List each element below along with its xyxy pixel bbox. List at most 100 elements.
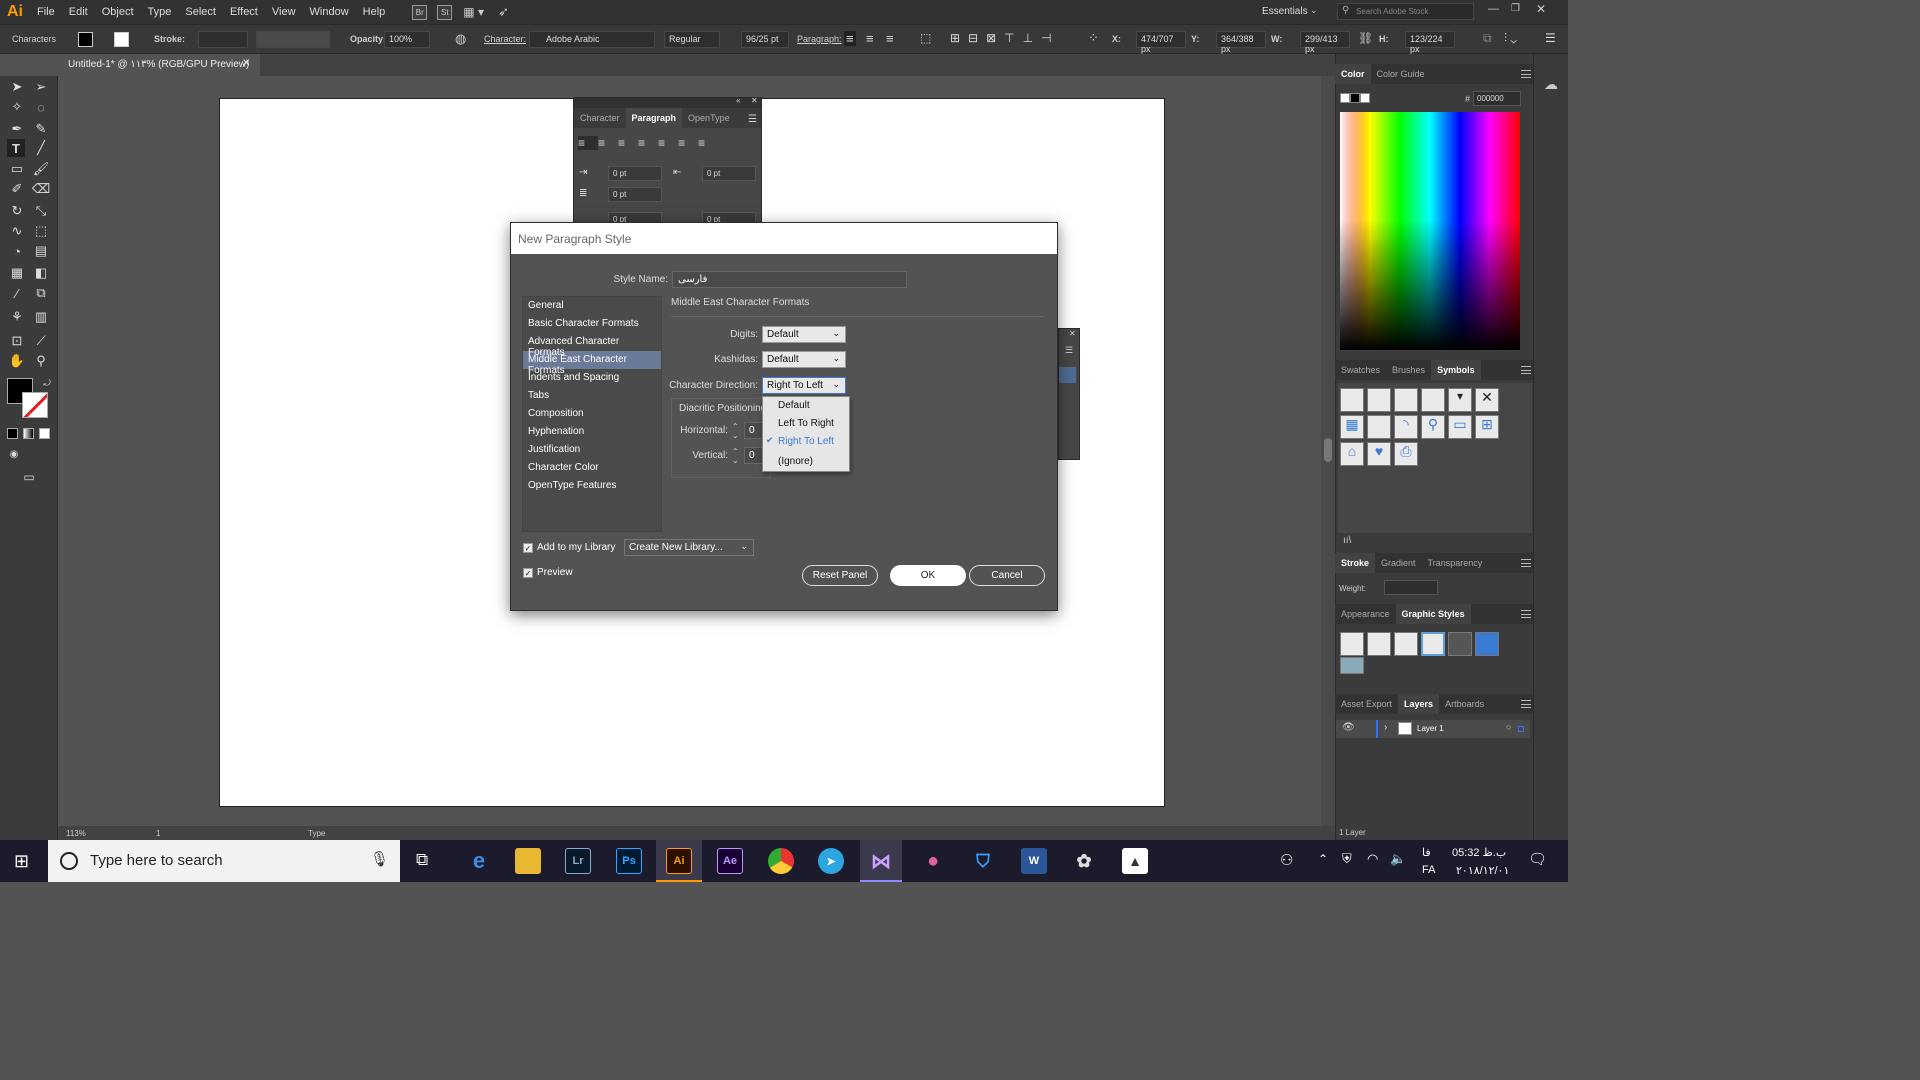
align-objects-icon[interactable]: ⊞⊟⊠⊤⊥⊣ (950, 31, 1060, 45)
justify-all-icon[interactable]: ≡ (698, 136, 718, 150)
zoom-level[interactable]: 113% (66, 829, 86, 838)
direct-selection-tool-icon[interactable]: ➢ (32, 78, 50, 96)
symbol-item[interactable] (1394, 388, 1418, 412)
target-icon[interactable]: ○ (1506, 722, 1511, 732)
dropdown-option-ltr[interactable]: Left To Right (763, 415, 849, 433)
white-color-icon[interactable] (1360, 93, 1370, 103)
stroke-panel-menu-icon[interactable] (1521, 559, 1531, 567)
category-justification[interactable]: Justification (523, 441, 661, 459)
visual-studio-icon[interactable]: ⋈ (868, 848, 894, 874)
illustrator-icon[interactable]: Ai (666, 848, 692, 874)
weight-field[interactable] (1384, 580, 1438, 595)
category-tabs[interactable]: Tabs (523, 387, 661, 405)
tab-layers[interactable]: Layers (1398, 694, 1440, 714)
symbol-rss-icon[interactable]: ◝ (1394, 415, 1418, 439)
first-line-indent-field[interactable]: 0 pt (608, 187, 662, 202)
constrain-link-icon[interactable]: ⛓ (1358, 31, 1373, 45)
lasso-tool-icon[interactable]: ◌ (32, 98, 50, 116)
eyedropper-tool-icon[interactable]: ⁄ (8, 284, 26, 302)
artboard-tool-icon[interactable]: ⊡ (8, 332, 26, 350)
bg-panel-menu-icon[interactable]: ☰ (1065, 345, 1073, 356)
graphic-style-item[interactable] (1340, 657, 1364, 674)
character-label[interactable]: Character: (484, 34, 526, 44)
selection-tool-icon[interactable]: ➤ (8, 78, 26, 96)
symbol-item[interactable] (1340, 388, 1364, 412)
vertical-scrollbar[interactable] (1321, 76, 1335, 826)
menu-window[interactable]: Window (303, 6, 356, 18)
stock-button[interactable]: St (437, 4, 453, 20)
artboard-number[interactable]: 1 (156, 829, 160, 838)
layers-panel-menu-icon[interactable] (1521, 700, 1531, 708)
gradient-tool-icon[interactable]: ◧ (32, 264, 50, 282)
telegram-icon[interactable]: ➤ (818, 848, 844, 874)
cc-libraries-icon[interactable]: ☁ (1544, 76, 1558, 93)
wifi-icon[interactable]: ◠ (1367, 851, 1378, 867)
tab-artboards[interactable]: Artboards (1439, 699, 1490, 709)
language-fa[interactable]: فا (1422, 846, 1431, 859)
tab-color[interactable]: Color (1335, 64, 1371, 84)
isolate-icon[interactable]: ⧉ (1483, 31, 1492, 46)
align-right-icon[interactable]: ≡ (618, 136, 638, 150)
stroke-weight-field[interactable] (198, 31, 248, 48)
symbol-home-icon[interactable]: ⌂ (1340, 442, 1364, 466)
category-indents-and-spacing[interactable]: Indents and Spacing (523, 369, 661, 387)
reset-panel-button[interactable]: Reset Panel (802, 565, 878, 586)
clock-date[interactable]: ۲۰۱۸/۱۲/۰۱ (1456, 864, 1509, 877)
justify-center-icon[interactable]: ≡ (658, 136, 678, 150)
photos-app-icon[interactable]: ▲ (1122, 848, 1148, 874)
tab-brushes[interactable]: Brushes (1386, 365, 1431, 375)
ok-button[interactable]: OK (890, 565, 966, 586)
style-name-input[interactable]: فارسی (672, 271, 907, 288)
tab-transparency[interactable]: Transparency (1422, 558, 1489, 568)
pen-tool-icon[interactable]: ✒ (8, 120, 26, 138)
character-direction-select[interactable]: Right To Left ⌄ (762, 377, 846, 394)
menu-object[interactable]: Object (95, 6, 141, 18)
paintbrush-tool-icon[interactable]: 🖌 (32, 160, 50, 178)
none-mode-icon[interactable] (39, 428, 50, 439)
symbol-heart-icon[interactable]: ♥ (1367, 442, 1391, 466)
perspective-grid-tool-icon[interactable]: ▤ (32, 242, 50, 260)
tab-swatches[interactable]: Swatches (1335, 365, 1386, 375)
eraser-tool-icon[interactable]: ⌫ (32, 180, 50, 198)
tab-gradient[interactable]: Gradient (1375, 558, 1422, 568)
left-indent-field[interactable]: 0 pt (608, 166, 662, 181)
symbol-item[interactable] (1367, 388, 1391, 412)
free-transform-tool-icon[interactable]: ⬚ (32, 222, 50, 240)
document-tab[interactable]: Untitled-1* @ ۱۱۳% (RGB/GPU Preview) ✕ (60, 54, 260, 76)
line-tool-icon[interactable]: ╱ (32, 139, 50, 157)
graphic-style-item[interactable] (1340, 632, 1364, 656)
align-center-icon[interactable]: ≡ (598, 136, 618, 150)
swap-colors-icon[interactable]: ⤾ (38, 374, 56, 392)
more-menu-icon[interactable]: ☰ (1545, 31, 1556, 45)
symbols-panel-menu-icon[interactable] (1521, 366, 1531, 374)
bg-panel-selected-row[interactable] (1059, 367, 1076, 383)
balloon-app-icon[interactable]: ● (920, 848, 946, 874)
y-field[interactable]: 364/388 px (1216, 31, 1266, 54)
draw-mode-icon[interactable]: ◉ (5, 445, 23, 463)
workspace-switcher[interactable]: Essentials (1262, 6, 1308, 17)
category-advanced-character-formats[interactable]: Advanced Character Formats (523, 333, 661, 358)
microphone-icon[interactable]: 🎙 (370, 850, 389, 868)
panel-close-icon[interactable]: ✕ (751, 96, 758, 105)
paragraph-panel-header[interactable]: « ✕ (574, 96, 761, 108)
recolor-icon[interactable]: ◍ (455, 31, 466, 47)
fill-swatch[interactable] (78, 32, 93, 47)
right-indent-field[interactable]: 0 pt (702, 166, 756, 181)
word-icon[interactable]: W (1021, 848, 1047, 874)
zoom-tool-icon[interactable]: ⚲ (32, 352, 50, 370)
arrange-documents-icon[interactable]: ▦ ▾ (463, 5, 484, 19)
dropdown-option-rtl[interactable]: ✔ Right To Left (763, 433, 849, 451)
graphic-style-item[interactable] (1394, 632, 1418, 656)
stroke-color-box[interactable] (22, 392, 48, 418)
kashidas-select[interactable]: Default ⌄ (762, 351, 846, 368)
tab-paragraph[interactable]: Paragraph (625, 108, 683, 128)
gradient-mode-icon[interactable] (23, 428, 34, 439)
scale-tool-icon[interactable]: ⤡ (32, 202, 50, 220)
menu-view[interactable]: View (265, 6, 303, 18)
stroke-swatch[interactable] (114, 32, 129, 47)
tab-close-icon[interactable]: ✕ (242, 58, 250, 69)
library-select[interactable]: Create New Library... ⌄ (624, 539, 754, 556)
black-color-icon[interactable] (1350, 93, 1360, 103)
height-field[interactable]: 123/224 px (1405, 31, 1455, 54)
category-basic-character-formats[interactable]: Basic Character Formats (523, 315, 661, 333)
